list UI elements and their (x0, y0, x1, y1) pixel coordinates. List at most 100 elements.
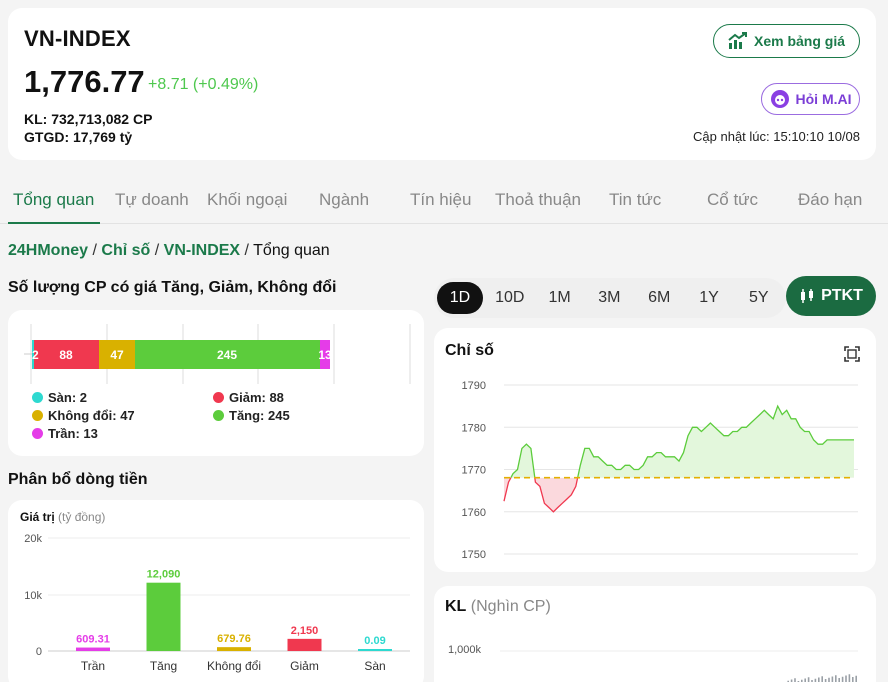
legend-dot (32, 410, 43, 421)
breadcrumb: 24HMoney / Chỉ số / VN-INDEX / Tổng quan (8, 242, 330, 260)
tab-put-through[interactable]: Thoả thuận (495, 190, 581, 210)
volume-text: KL: 732,713,082 CP (24, 111, 153, 127)
legend-san: Sàn: 2 (32, 390, 87, 405)
candlestick-icon (801, 289, 814, 303)
volume-bar (835, 675, 837, 682)
flow-ytick: 10k (24, 590, 42, 602)
legend-tang: Tăng: 245 (213, 408, 290, 423)
breadcrumb-current: Tổng quan (253, 242, 330, 259)
index-change: +8.71 (+0.49%) (148, 76, 259, 93)
volume-bar (848, 674, 851, 682)
ask-ai-label: Hỏi M.AI (795, 91, 852, 107)
legend-dot (213, 392, 224, 403)
volume-bar (845, 675, 847, 682)
volume-bar (818, 677, 820, 682)
breadcrumb-separator: / (92, 242, 97, 259)
breadth-label-san: 2 (32, 348, 39, 362)
tab-news[interactable]: Tin tức (609, 190, 661, 210)
flow-bar (358, 649, 392, 651)
flow-category-label: Giảm (290, 659, 319, 673)
index-line-chart: 1790 1780 1770 1760 1750 (462, 380, 858, 561)
flow-ytick: 20k (24, 533, 42, 545)
view-price-board-button[interactable]: Xem bảng giá (713, 24, 860, 58)
value-text: GTGD: 17,769 tỷ (24, 129, 133, 145)
flow-bar (217, 647, 251, 651)
flow-card: Giá trị (tỷ đồng) 20k 10k 0 609.31 Trần 12… (8, 500, 424, 682)
breadth-title: Số lượng CP có giá Tăng, Giảm, Không đổi (8, 279, 337, 296)
volume-bar (852, 677, 854, 682)
breadth-label-khongdoi: 47 (110, 348, 124, 362)
volume-bar (855, 675, 857, 682)
flow-value-label: 2,150 (291, 625, 319, 637)
view-price-board-label: Xem bảng giá (753, 33, 846, 49)
flow-value-label: 609.31 (76, 634, 110, 646)
tab-proprietary[interactable]: Tự doanh (115, 190, 189, 210)
index-ytick: 1770 (462, 465, 486, 477)
tab-maturity[interactable]: Đáo hạn (798, 190, 862, 210)
tab-foreign[interactable]: Khối ngoại (207, 190, 287, 210)
flow-category-label: Trần (81, 659, 105, 673)
flow-value-label: 679.76 (217, 633, 251, 645)
trend-chart-icon (728, 32, 747, 49)
range-option-1y[interactable]: 1Y (685, 278, 733, 318)
legend-giam: Giảm: 88 (213, 390, 284, 405)
volume-bar (838, 678, 840, 682)
flow-category-label: Tăng (150, 659, 177, 673)
ask-ai-button[interactable]: Hỏi M.AI (761, 83, 860, 115)
technical-analysis-button[interactable]: PTKT (786, 276, 876, 316)
tab-signal[interactable]: Tín hiệu (410, 190, 471, 210)
ai-robot-icon (770, 90, 789, 108)
volume-chart-card: KL (Nghìn CP) 1,000k (434, 586, 876, 682)
legend-dot (32, 392, 43, 403)
breadth-card: 2 88 47 245 13 Sàn: 2 Không đổi: 47 Trần… (8, 310, 424, 456)
volume-bar (804, 678, 806, 682)
index-price: 1,776.77 (24, 64, 145, 99)
legend-khongdoi: Không đổi: 47 (32, 408, 135, 423)
tab-sector[interactable]: Ngành (319, 190, 369, 210)
flow-category-label: Không đổi (207, 659, 261, 673)
index-ytick: 1750 (462, 549, 486, 561)
legend-dot (32, 428, 43, 439)
breadcrumb-separator: / (154, 242, 160, 259)
tab-overview[interactable]: Tổng quan (13, 190, 94, 210)
range-option-6m[interactable]: 6M (635, 278, 683, 318)
flow-bar (146, 582, 181, 651)
breadth-label-giam: 88 (59, 348, 73, 362)
legend-label: Tăng: 245 (229, 408, 290, 423)
legend-label: Giảm: 88 (229, 390, 284, 405)
index-ytick: 1760 (462, 507, 486, 519)
tab-dividend[interactable]: Cổ tức (707, 190, 758, 210)
legend-label: Không đổi: 47 (48, 408, 135, 423)
flow-title: Phân bổ dòng tiền (8, 471, 148, 488)
breadcrumb-section[interactable]: Chỉ số (101, 242, 150, 259)
main-tabs: Tổng quan Tự doanh Khối ngoại Ngành Tín … (0, 180, 888, 224)
index-chart-card: Chỉ số 1790 1780 1770 1760 1750 (434, 328, 876, 572)
breadth-label-tran: 13 (318, 348, 332, 362)
volume-bar (807, 677, 810, 682)
range-option-1m[interactable]: 1M (536, 278, 584, 318)
breadcrumb-home[interactable]: 24HMoney (8, 242, 88, 259)
flow-value-label: 12,090 (147, 569, 181, 581)
volume-bar (821, 676, 823, 682)
index-header-card: VN-INDEX 1,776.77 +8.71 (+0.49%) KL: 732… (8, 8, 876, 160)
legend-tran: Trần: 13 (32, 426, 98, 441)
range-option-3m[interactable]: 3M (585, 278, 633, 318)
legend-label: Trần: 13 (48, 426, 98, 441)
range-option-5y[interactable]: 5Y (735, 278, 783, 318)
legend-dot (213, 410, 224, 421)
technical-analysis-label: PTKT (821, 287, 863, 304)
breadth-label-tang: 245 (217, 348, 237, 362)
flow-ytick: 0 (36, 646, 42, 658)
breadcrumb-separator: / (244, 242, 249, 259)
breadcrumb-index[interactable]: VN-INDEX (164, 242, 240, 259)
index-ytick: 1790 (462, 380, 486, 392)
range-option-1d[interactable]: 1D (437, 282, 483, 314)
volume-bar-chart (500, 650, 858, 682)
flow-bar (287, 638, 322, 651)
volume-bar (831, 676, 834, 682)
volume-bar (841, 676, 844, 682)
index-ytick: 1780 (462, 422, 486, 434)
flow-category-label: Sàn (364, 659, 385, 673)
index-name: VN-INDEX (24, 26, 131, 51)
range-option-10d[interactable]: 10D (486, 278, 534, 318)
